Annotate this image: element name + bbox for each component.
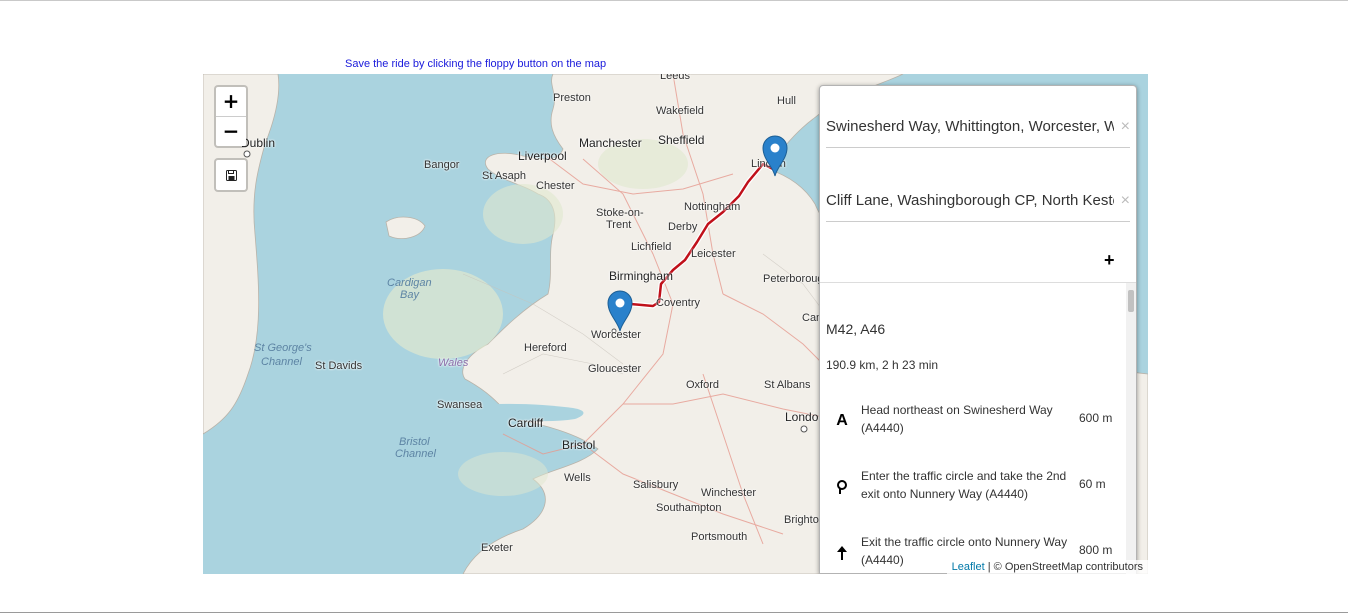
sea-label: St George's [254, 342, 312, 354]
map-container[interactable]: Leeds Preston Wakefield Hull Manchester … [203, 74, 1148, 574]
depart-icon: A [836, 412, 848, 429]
place-label: Salisbury [633, 479, 679, 491]
zoom-out-button[interactable]: − [216, 116, 246, 146]
place-label: Brighto [784, 514, 819, 526]
place-label: Liverpool [518, 149, 567, 163]
end-marker-icon[interactable] [762, 135, 788, 177]
sea-label: Cardigan [387, 277, 432, 289]
roundabout-icon [837, 480, 847, 494]
sea-label: Bay [400, 289, 419, 301]
bottom-divider [0, 612, 1348, 613]
add-waypoint-button[interactable]: + [1104, 250, 1115, 271]
routing-panel: Swinesherd Way, Whittington, Worcester, … [819, 85, 1137, 574]
save-hint: Save the ride by clicking the floppy but… [345, 58, 607, 70]
place-label: Portsmouth [691, 531, 748, 543]
itinerary[interactable]: M42, A46 190.9 km, 2 h 23 min A Head nor… [820, 283, 1136, 574]
place-label: Londo [785, 410, 819, 424]
place-label: St Asaph [482, 170, 527, 182]
save-ride-button[interactable] [214, 158, 248, 192]
straight-arrow-icon [837, 546, 847, 560]
floppy-disk-icon [225, 169, 237, 181]
instruction-distance: 600 m [1079, 411, 1113, 425]
place-label: Trent [606, 219, 632, 231]
sea-label: Bristol [399, 436, 430, 448]
place-label: Manchester [579, 136, 642, 150]
osm-attribution: © OpenStreetMap contributors [993, 561, 1143, 573]
place-label: Coventry [656, 297, 701, 309]
region-label: Wales [438, 357, 469, 369]
start-waypoint-input[interactable]: Swinesherd Way, Whittington, Worcester, … [826, 107, 1130, 148]
clear-end-icon[interactable]: × [1121, 181, 1130, 221]
place-label: Wells [564, 472, 591, 484]
map-attribution: Leaflet | © OpenStreetMap contributors [946, 560, 1148, 574]
place-label: Southampton [656, 502, 722, 514]
instruction-distance: 60 m [1079, 477, 1106, 491]
place-label: Swansea [437, 399, 483, 411]
place-label: Leicester [691, 248, 736, 260]
place-label: Gloucester [588, 363, 642, 375]
place-label: Preston [553, 92, 591, 104]
place-label: St Davids [315, 360, 363, 372]
instruction-row[interactable]: Enter the traffic circle and take the 2n… [820, 467, 1120, 507]
start-marker-icon[interactable] [607, 290, 633, 332]
place-label: Stoke-on- [596, 207, 644, 219]
place-label: St Albans [764, 379, 811, 391]
itinerary-scrollbar[interactable] [1126, 283, 1136, 574]
route-name: M42, A46 [826, 321, 886, 337]
attribution-separator: | [984, 561, 994, 573]
place-label: Hull [777, 95, 796, 107]
place-label: Hereford [524, 342, 567, 354]
place-label: Leeds [660, 74, 690, 82]
place-label: Exeter [481, 542, 513, 554]
place-label: Wakefield [656, 105, 704, 117]
place-label: Nottingham [684, 201, 741, 213]
instruction-text: Enter the traffic circle and take the 2n… [861, 469, 1067, 501]
place-label: Sheffield [658, 133, 705, 147]
instruction-row[interactable]: A Head northeast on Swinesherd Way (A444… [820, 401, 1120, 441]
end-waypoint-input[interactable]: Cliff Lane, Washingborough CP, North Kes… [826, 181, 1130, 222]
place-label: Lichfield [631, 241, 672, 253]
clear-start-icon[interactable]: × [1121, 107, 1130, 147]
place-label: Bangor [424, 159, 460, 171]
zoom-in-button[interactable]: + [216, 87, 246, 116]
instruction-text: Head northeast on Swinesherd Way (A4440) [861, 403, 1053, 435]
end-waypoint-text: Cliff Lane, Washingborough CP, North Kes… [826, 192, 1114, 209]
place-label: Cardiff [508, 416, 544, 430]
sea-label: Channel [395, 448, 436, 460]
place-label: Chester [536, 180, 575, 192]
zoom-control: + − [214, 85, 248, 148]
top-divider [0, 0, 1348, 1]
instruction-distance: 800 m [1079, 543, 1113, 557]
place-label: Birmingham [609, 269, 674, 283]
itinerary-scroll-thumb[interactable] [1128, 290, 1134, 312]
place-label: Winchester [701, 487, 757, 499]
start-waypoint-text: Swinesherd Way, Whittington, Worcester, … [826, 118, 1114, 135]
leaflet-link[interactable]: Leaflet [952, 561, 985, 573]
sea-label: Channel [261, 356, 302, 368]
place-label: Derby [668, 221, 698, 233]
place-label: Oxford [686, 379, 720, 391]
route-summary: 190.9 km, 2 h 23 min [826, 358, 939, 372]
place-label: Bristol [562, 438, 596, 452]
